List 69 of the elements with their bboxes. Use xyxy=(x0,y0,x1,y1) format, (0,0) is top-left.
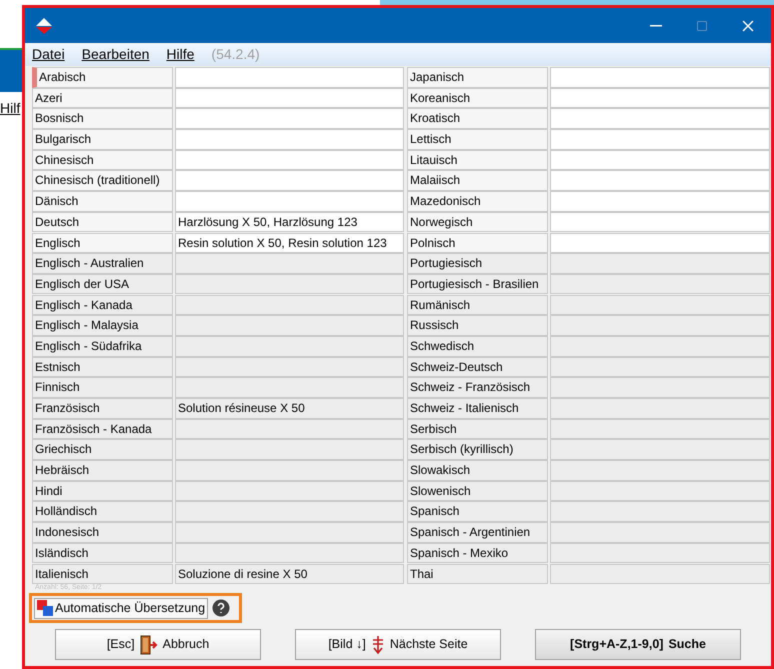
door-exit-icon xyxy=(140,634,158,655)
search-button[interactable]: [Strg+A-Z,1-9,0] Suche xyxy=(535,629,741,660)
language-cell: Serbisch (kyrillisch) xyxy=(407,439,548,460)
translate-icon xyxy=(37,600,53,616)
language-cell: Slowenisch xyxy=(407,480,548,502)
language-cell: Rumänisch xyxy=(407,294,548,316)
language-cell: Englisch der USA xyxy=(32,274,173,294)
translation-cell: Solution résineuse X 50 xyxy=(175,398,404,419)
language-cell: Norwegisch xyxy=(407,212,548,232)
language-cell: Slowakisch xyxy=(407,460,548,481)
auto-translate-button[interactable]: Automatische Übersetzung xyxy=(34,598,208,619)
maximize-icon xyxy=(696,20,708,32)
menu-item[interactable]: Datei xyxy=(32,44,65,65)
language-cell: Bulgarisch xyxy=(32,129,173,150)
language-cell: Finnisch xyxy=(32,377,173,398)
cancel-button[interactable]: [Esc] Abbruch xyxy=(55,629,261,660)
language-cell: Schwedisch xyxy=(407,336,548,357)
language-cell: Spanisch xyxy=(407,501,548,522)
minimize-icon xyxy=(650,24,662,26)
language-cell: Bosnisch xyxy=(32,108,173,129)
language-cell: Arabisch xyxy=(32,67,173,88)
language-cell: Russisch xyxy=(407,315,548,336)
language-cell: Englisch - Kanada xyxy=(32,294,173,316)
language-cell: Indonesisch xyxy=(32,522,173,543)
language-cell: Englisch - Australien xyxy=(32,253,173,274)
language-cell: Koreanisch xyxy=(407,88,548,108)
language-cell: Portugiesisch xyxy=(407,253,548,274)
language-cell: Französisch - Kanada xyxy=(32,418,173,440)
menu-item[interactable]: Bearbeiten xyxy=(82,44,150,65)
language-cell: Französisch xyxy=(32,398,173,419)
language-cell: Lettisch xyxy=(407,129,548,150)
language-cell: Serbisch xyxy=(407,418,548,440)
language-cell: Italienisch xyxy=(32,564,173,584)
language-cell: Malaiisch xyxy=(407,170,548,192)
translation-cell: Resin solution X 50, Resin solution 123 xyxy=(175,232,404,254)
language-cell: Schweiz - Italienisch xyxy=(407,398,548,419)
language-cell: Spanisch - Mexiko xyxy=(407,542,548,564)
language-cell: Azeri xyxy=(32,88,173,108)
app-logo-icon xyxy=(35,16,53,34)
language-cell: Litauisch xyxy=(407,150,548,170)
language-cell: Dänisch xyxy=(32,191,173,212)
language-cell: Isländisch xyxy=(32,542,173,564)
translation-cell: Harzlösung X 50, Harzlösung 123 xyxy=(175,212,404,232)
language-cell: Englisch xyxy=(32,232,173,254)
language-cell: Deutsch xyxy=(32,212,173,232)
language-cell: Chinesisch xyxy=(32,150,173,170)
language-cell: Polnisch xyxy=(407,232,548,254)
language-cell: Japanisch xyxy=(407,67,548,88)
language-cell: Englisch - Malaysia xyxy=(32,315,173,336)
language-cell: Chinesisch (traditionell) xyxy=(32,170,173,192)
language-cell: Hebräisch xyxy=(32,460,173,481)
language-cell: Griechisch xyxy=(32,439,173,460)
language-cell: Englisch - Südafrika xyxy=(32,336,173,357)
language-cell: Holländisch xyxy=(32,501,173,522)
language-cell: Portugiesisch - Brasilien xyxy=(407,274,548,294)
language-cell: Hindi xyxy=(32,480,173,502)
menu-item[interactable]: Hilfe xyxy=(166,44,194,65)
help-icon[interactable] xyxy=(212,599,230,618)
language-cell: Schweiz-Deutsch xyxy=(407,356,548,378)
version-label: (54.2.4) xyxy=(211,45,260,64)
language-cell: Mazedonisch xyxy=(407,191,548,212)
language-cell: Schweiz - Französisch xyxy=(407,377,548,398)
language-cell: Kroatisch xyxy=(407,108,548,129)
page-down-icon xyxy=(370,634,385,655)
language-cell: Spanisch - Argentinien xyxy=(407,522,548,543)
next-page-button[interactable]: [Bild ↓] Nächste Seite xyxy=(295,629,501,660)
language-cell: Estnisch xyxy=(32,356,173,378)
translation-cell: Soluzione di resine X 50 xyxy=(175,564,404,584)
language-cell: Thai xyxy=(407,564,548,584)
